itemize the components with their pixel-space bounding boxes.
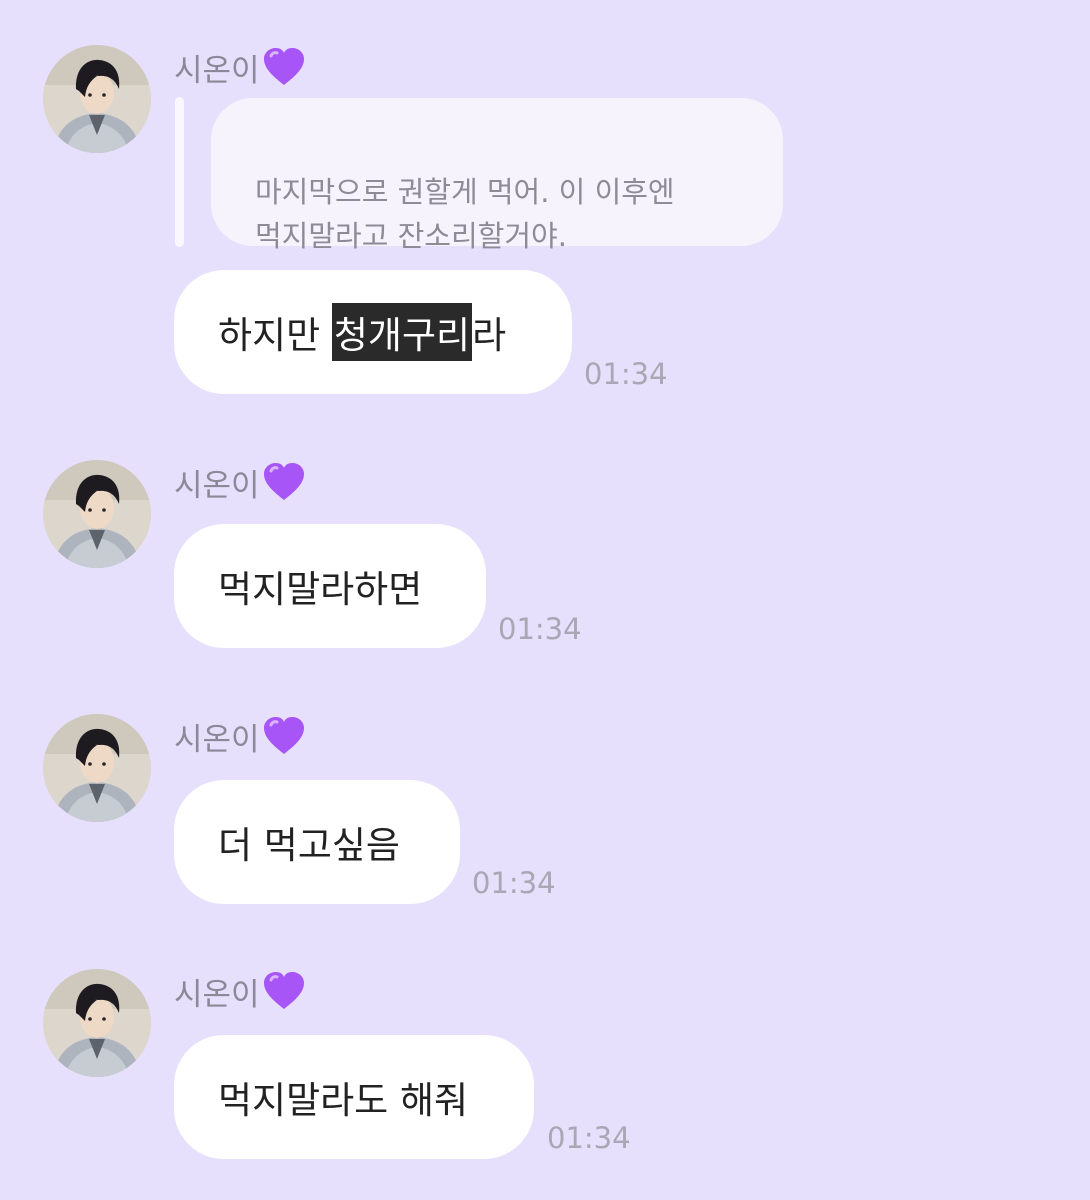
message-text-selection[interactable]: 청개구리: [331, 303, 473, 361]
avatar[interactable]: [43, 714, 151, 822]
sender-name: 시온이: [174, 460, 306, 504]
purple-heart-icon: [262, 462, 306, 502]
sender-name-label: 시온이: [174, 52, 260, 89]
purple-heart-icon: [262, 47, 306, 87]
message-timestamp: 01:34: [472, 866, 556, 900]
message-text-after: 라: [472, 314, 507, 357]
purple-heart-icon: [262, 716, 306, 756]
reply-quote-bubble[interactable]: 마지막으로 권할게 먹어. 이 이후엔 먹지말라고 잔소리할거야.: [211, 98, 783, 253]
reply-quote-text: 마지막으로 권할게 먹어. 이 이후엔 먹지말라고 잔소리할거야.: [255, 175, 675, 253]
message-text: 먹지말라하면: [218, 568, 423, 611]
message-bubble[interactable]: 하지만 청개구리 라: [174, 270, 572, 394]
sender-name-label: 시온이: [174, 721, 260, 758]
message-timestamp: 01:34: [584, 357, 668, 391]
purple-heart-icon: [262, 971, 306, 1011]
message-text: 먹지말라도 해줘: [218, 1079, 469, 1122]
message-text: 더 먹고싶음: [218, 824, 400, 867]
sender-name: 시온이: [174, 45, 306, 89]
sender-name-label: 시온이: [174, 976, 260, 1013]
avatar[interactable]: [43, 969, 151, 1077]
message-bubble[interactable]: 먹지말라도 해줘: [174, 1035, 534, 1159]
avatar[interactable]: [43, 45, 151, 153]
sender-name-label: 시온이: [174, 467, 260, 504]
chat-view[interactable]: 시온이 마지막으로 권할게 먹어. 이 이후엔 먹지말라고 잔소리할거야. 하지…: [0, 0, 1090, 1200]
sender-name: 시온이: [174, 714, 306, 758]
message-timestamp: 01:34: [547, 1121, 631, 1155]
message-bubble[interactable]: 먹지말라하면: [174, 524, 486, 648]
message-bubble[interactable]: 더 먹고싶음: [174, 780, 460, 904]
sender-name: 시온이: [174, 969, 306, 1013]
reply-quote-bar: [175, 97, 184, 247]
message-timestamp: 01:34: [498, 612, 582, 646]
message-text-before: 하지만: [218, 314, 332, 357]
avatar[interactable]: [43, 460, 151, 568]
